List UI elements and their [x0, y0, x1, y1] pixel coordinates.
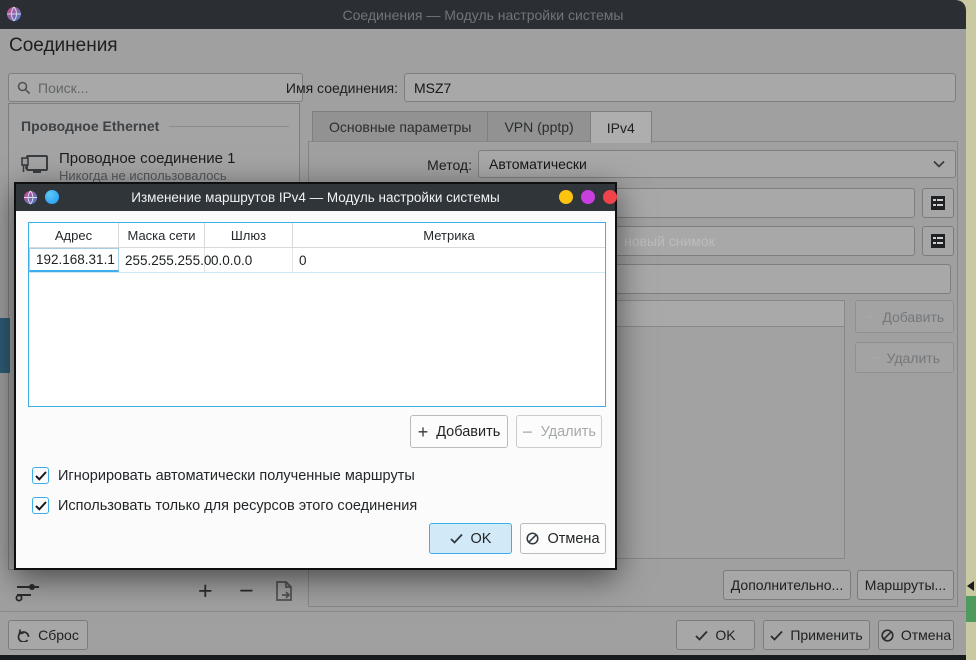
dialog-title: Изменение маршрутов IPv4 — Модуль настро…	[131, 190, 500, 205]
tab-general[interactable]: Основные параметры	[312, 111, 489, 142]
window-cancel-button[interactable]: Отмена	[878, 620, 954, 650]
screenshot-ghost-text: новый снимок	[624, 233, 715, 249]
export-connection-icon[interactable]	[273, 580, 295, 602]
main-window-title: Соединения — Модуль настройки системы	[342, 6, 624, 23]
cell-address[interactable]: 192.168.31.1	[29, 248, 119, 272]
background-remove-button[interactable]: − Удалить	[855, 342, 954, 373]
pin-window-button[interactable]	[45, 190, 59, 204]
app-globe-icon	[23, 190, 38, 205]
dialog-titlebar[interactable]: Изменение маршрутов IPv4 — Модуль настро…	[16, 184, 617, 211]
connection-name-label: Имя соединения:	[285, 80, 398, 96]
cancel-icon	[881, 628, 894, 642]
configure-sliders-icon[interactable]	[15, 579, 41, 603]
wired-connection-icon	[21, 155, 48, 173]
minus-icon: −	[522, 421, 533, 442]
connection-name-input[interactable]: MSZ7	[404, 73, 956, 102]
tab-vpn-pptp[interactable]: VPN (pptp)	[487, 111, 591, 142]
cell-netmask[interactable]: 255.255.255.0	[119, 248, 211, 272]
connection-title: Проводное соединение 1	[59, 149, 236, 167]
method-combobox[interactable]: Автоматически	[478, 150, 956, 178]
checkbox-checked-icon	[32, 467, 49, 484]
maximize-button[interactable]	[581, 190, 595, 204]
domains-list-edit-button[interactable]	[922, 226, 954, 256]
chevron-down-icon	[933, 160, 945, 168]
section-label: Проводное Ethernet	[21, 118, 160, 134]
routes-table: Адрес Маска сети Шлюз Метрика 192.168.31…	[28, 222, 606, 407]
search-icon	[17, 81, 31, 94]
desktop: Соединения — Модуль настройки системы Со…	[0, 0, 976, 660]
main-titlebar[interactable]: Соединения — Модуль настройки системы	[0, 0, 966, 29]
method-value: Автоматически	[489, 156, 587, 172]
search-placeholder: Поиск...	[38, 79, 89, 96]
reset-button[interactable]: Сброс	[8, 620, 88, 650]
method-label: Метод:	[427, 157, 472, 173]
close-button[interactable]	[603, 190, 617, 204]
cell-gateway[interactable]: 0.0.0.0	[205, 248, 293, 272]
cancel-icon	[526, 532, 540, 545]
window-bottom-edge	[0, 655, 966, 660]
window-ok-button[interactable]: OK	[676, 620, 755, 650]
dialog-ok-button[interactable]: OK	[429, 523, 512, 554]
checkbox-checked-icon	[32, 497, 49, 514]
plus-icon: +	[864, 306, 876, 327]
routes-table-header: Адрес Маска сети Шлюз Метрика	[29, 223, 605, 248]
minimize-button[interactable]	[559, 190, 573, 204]
dialog-cancel-button[interactable]: Отмена	[520, 523, 606, 554]
selected-item-highlight	[0, 318, 10, 373]
connection-section: Проводное Ethernet	[21, 118, 289, 134]
connection-subtitle: Никогда не использовалось	[59, 167, 227, 183]
ipv4-routes-dialog: Изменение маршрутов IPv4 — Модуль настро…	[14, 182, 617, 570]
check-icon	[695, 630, 709, 641]
section-rule	[169, 125, 289, 127]
list-edit-icon	[931, 234, 945, 248]
use-only-for-resources-checkbox[interactable]: Использовать только для ресурсов этого с…	[32, 497, 417, 514]
routes-button[interactable]: Маршруты...	[857, 570, 954, 600]
check-icon	[770, 630, 783, 641]
minus-icon: −	[869, 347, 880, 368]
header-address[interactable]: Адрес	[29, 223, 119, 247]
tab-ipv4[interactable]: IPv4	[589, 111, 652, 143]
advanced-button[interactable]: Дополнительно...	[723, 570, 851, 600]
ignore-auto-routes-checkbox[interactable]: Игнорировать автоматически полученные ма…	[32, 467, 415, 484]
header-gateway[interactable]: Шлюз	[205, 223, 293, 247]
desktop-cursor-artifact	[967, 581, 974, 591]
list-edit-icon	[931, 196, 945, 210]
header-metric[interactable]: Метрика	[293, 223, 605, 247]
app-globe-icon	[7, 6, 21, 22]
footer-separator	[0, 611, 966, 612]
dns-list-edit-button[interactable]	[922, 188, 954, 218]
dialog-remove-route-button[interactable]: − Удалить	[516, 415, 602, 448]
route-row: 192.168.31.1 255.255.255.0 0.0.0.0 0	[29, 248, 605, 273]
dialog-add-route-button[interactable]: + Добавить	[410, 415, 508, 448]
background-add-button[interactable]: + Добавить	[855, 300, 954, 333]
add-connection-icon[interactable]: +	[198, 577, 213, 606]
settings-tabs: Основные параметры VPN (pptp) IPv4	[312, 111, 652, 143]
cell-metric[interactable]: 0	[293, 248, 605, 272]
undo-icon	[17, 629, 30, 642]
window-apply-button[interactable]: Применить	[763, 620, 870, 650]
header-netmask[interactable]: Маска сети	[119, 223, 205, 247]
check-icon	[449, 533, 463, 544]
desktop-widget-artifact	[966, 596, 976, 622]
remove-connection-icon[interactable]: −	[239, 577, 254, 606]
page-title: Соединения	[9, 35, 118, 56]
plus-icon: +	[417, 421, 429, 442]
